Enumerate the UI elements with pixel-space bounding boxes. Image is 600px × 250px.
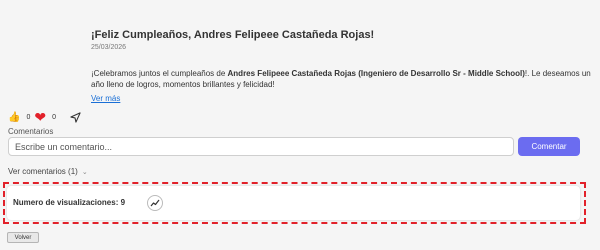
thumbs-up-icon[interactable]: 👍 — [8, 112, 20, 123]
views-count: Numero de visualizaciones: 9 — [13, 198, 126, 207]
comment-submit-button[interactable]: Comentar — [518, 137, 580, 156]
comment-input[interactable] — [8, 137, 514, 156]
see-more-link[interactable]: Ver más — [91, 94, 120, 103]
chevron-down-icon: ⌄ — [81, 168, 88, 176]
post-body: ¡Celebramos juntos el cumpleaños de Andr… — [91, 68, 591, 90]
post-date: 25/03/2026 — [91, 44, 127, 51]
back-button[interactable]: Volver — [7, 232, 39, 243]
heart-count: 0 — [52, 113, 56, 121]
post-body-name: Andres Felipeee Castañeda Rojas (Ingenie… — [227, 69, 525, 78]
post-body-intro: ¡Celebramos juntos el cumpleaños de — [91, 69, 228, 78]
like-count: 0 — [26, 113, 31, 121]
views-card: Numero de visualizaciones: 9 — [7, 186, 580, 220]
view-comments-label: Ver comentarios (1) — [8, 167, 78, 176]
reactions-bar: 👍 0 ❤ 0 — [8, 110, 81, 124]
heart-icon[interactable]: ❤ — [34, 110, 46, 124]
comments-label: Comentarios — [8, 127, 54, 136]
send-icon[interactable] — [70, 111, 81, 123]
trend-chart-icon[interactable] — [147, 195, 163, 211]
view-comments-toggle[interactable]: Ver comentarios (1) ⌄ — [8, 167, 88, 176]
post-title: ¡Feliz Cumpleaños, Andres Felipeee Casta… — [91, 29, 375, 41]
